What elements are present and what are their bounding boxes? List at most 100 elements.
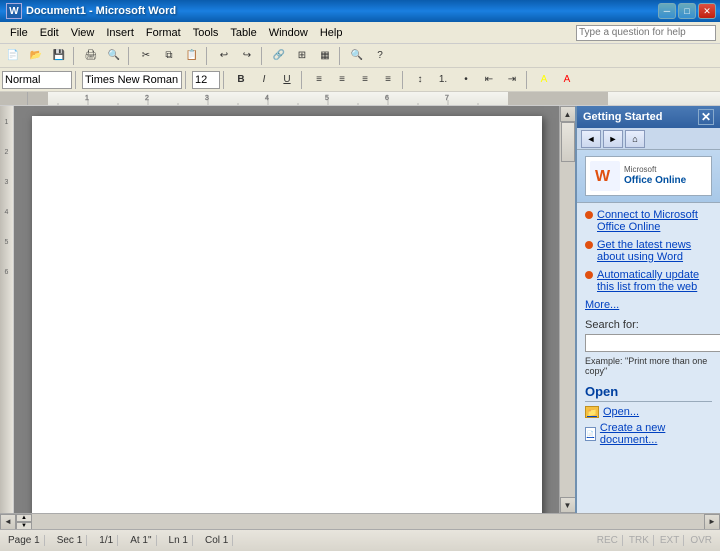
menu-help[interactable]: Help — [314, 25, 349, 41]
columns-button[interactable]: ▦ — [314, 46, 336, 66]
numbering-button[interactable]: 1. — [432, 70, 454, 90]
news-link[interactable]: Get the latest news about using Word — [585, 239, 712, 263]
menu-format[interactable]: Format — [140, 25, 187, 41]
side-panel-header: Getting Started ✕ — [577, 106, 720, 128]
scroll-down-button[interactable]: ▼ — [560, 497, 576, 513]
underline-button[interactable]: U — [276, 70, 298, 90]
save-button[interactable]: 💾 — [48, 46, 70, 66]
paste-button[interactable]: 📋 — [181, 46, 203, 66]
close-button[interactable]: ✕ — [698, 3, 716, 19]
horizontal-scrollbar[interactable]: ◄ ▲ ▼ ► — [0, 513, 720, 529]
menu-table[interactable]: Table — [224, 25, 262, 41]
document-page[interactable]: windows7之家 www.windows7en.com — [32, 116, 542, 513]
menu-tools[interactable]: Tools — [187, 25, 225, 41]
window-title: Document1 - Microsoft Word — [26, 5, 176, 17]
bold-button[interactable]: B — [230, 70, 252, 90]
italic-button[interactable]: I — [253, 70, 275, 90]
line-spacing-button[interactable]: ↕ — [409, 70, 431, 90]
bullets-button[interactable]: • — [455, 70, 477, 90]
page-nav-buttons[interactable]: ▲ ▼ — [16, 514, 32, 530]
create-document-link[interactable]: 📄 Create a new document... — [585, 422, 712, 446]
zoom-in-button[interactable]: 🔍 — [346, 46, 368, 66]
doc-wrapper: 1 2 3 4 5 6 windows7之家 www.windows7en.co — [0, 106, 575, 513]
ln-status: Ln 1 — [165, 535, 193, 546]
indent-decrease-button[interactable]: ⇤ — [478, 70, 500, 90]
sep-f3 — [223, 71, 227, 89]
toolbar-formatting: B I U ≡ ≡ ≡ ≡ ↕ 1. • ⇤ ⇥ A A — [0, 68, 720, 92]
office-logo-area: W Microsoft Office Online — [577, 150, 720, 203]
help-btn[interactable]: ? — [369, 46, 391, 66]
svg-text:1: 1 — [85, 95, 89, 102]
scroll-right-button[interactable]: ► — [704, 514, 720, 530]
search-input[interactable] — [585, 334, 720, 352]
section-status: Sec 1 — [53, 535, 88, 546]
horizontal-ruler: 1 2 3 4 5 6 7 — [0, 92, 720, 106]
scroll-thumb[interactable] — [561, 122, 575, 162]
side-home-button[interactable]: ⌂ — [625, 130, 645, 148]
copy-button[interactable]: ⧉ — [158, 46, 180, 66]
separator-3 — [206, 47, 210, 65]
align-right-button[interactable]: ≡ — [354, 70, 376, 90]
redo-button[interactable]: ↪ — [236, 46, 258, 66]
search-row: ▶ — [585, 334, 712, 352]
menu-view[interactable]: View — [65, 25, 101, 41]
help-input[interactable] — [576, 25, 716, 41]
open-button[interactable]: 📂 — [25, 46, 47, 66]
table-button[interactable]: ⊞ — [291, 46, 313, 66]
h-scroll-track[interactable] — [32, 514, 704, 530]
cut-button[interactable]: ✂ — [135, 46, 157, 66]
document-area[interactable]: windows7之家 www.windows7en.com — [14, 106, 559, 513]
scroll-up-button[interactable]: ▲ — [560, 106, 576, 122]
style-input[interactable] — [2, 71, 72, 89]
menu-insert[interactable]: Insert — [100, 25, 140, 41]
bullet-1 — [585, 211, 593, 219]
sep-f4 — [301, 71, 305, 89]
size-input[interactable] — [192, 71, 220, 89]
highlight-button[interactable]: A — [533, 70, 555, 90]
scroll-track[interactable] — [560, 122, 576, 497]
new-button[interactable]: 📄 — [2, 46, 24, 66]
menu-file[interactable]: File — [4, 25, 34, 41]
indent-increase-button[interactable]: ⇥ — [501, 70, 523, 90]
connect-link[interactable]: Connect to Microsoft Office Online — [585, 209, 712, 233]
open-file-link[interactable]: 📁 Open... — [585, 406, 712, 418]
vertical-ruler: 1 2 3 4 5 6 — [0, 106, 14, 513]
side-panel-toolbar: ◄ ► ⌂ — [577, 128, 720, 150]
menu-edit[interactable]: Edit — [34, 25, 65, 41]
justify-button[interactable]: ≡ — [377, 70, 399, 90]
side-panel-close-button[interactable]: ✕ — [698, 109, 714, 125]
print-button[interactable]: 🖨 — [80, 46, 102, 66]
sep-f2 — [185, 71, 189, 89]
side-panel: Getting Started ✕ ◄ ► ⌂ W Micr — [575, 106, 720, 513]
preview-button[interactable]: 🔍 — [103, 46, 125, 66]
separator-5 — [339, 47, 343, 65]
font-input[interactable] — [82, 71, 182, 89]
svg-text:3: 3 — [205, 95, 209, 102]
page-status: Page 1 — [4, 535, 45, 546]
align-center-button[interactable]: ≡ — [331, 70, 353, 90]
hyperlink-button[interactable]: 🔗 — [268, 46, 290, 66]
maximize-button[interactable]: □ — [678, 3, 696, 19]
font-color-button[interactable]: A — [556, 70, 578, 90]
vertical-scrollbar[interactable]: ▲ ▼ — [559, 106, 575, 513]
minimize-button[interactable]: ─ — [658, 3, 676, 19]
side-forward-button[interactable]: ► — [603, 130, 623, 148]
update-link[interactable]: Automatically update this list from the … — [585, 269, 712, 293]
office-logo-box: W Microsoft Office Online — [585, 156, 712, 196]
open-folder-icon: 📁 — [585, 406, 599, 418]
col-status: Col 1 — [201, 535, 233, 546]
side-panel-content: Connect to Microsoft Office Online Get t… — [577, 203, 720, 513]
menu-bar: File Edit View Insert Format Tools Table… — [0, 22, 720, 44]
scroll-left-button[interactable]: ◄ — [0, 514, 16, 530]
side-back-button[interactable]: ◄ — [581, 130, 601, 148]
prev-page-button[interactable]: ▲ — [16, 514, 32, 522]
align-left-button[interactable]: ≡ — [308, 70, 330, 90]
more-link[interactable]: More... — [585, 299, 712, 311]
search-example: Example: "Print more than one copy" — [585, 356, 712, 376]
undo-button[interactable]: ↩ — [213, 46, 235, 66]
svg-text:6: 6 — [385, 95, 389, 102]
side-panel-title: Getting Started — [583, 111, 698, 123]
bullet-2 — [585, 241, 593, 249]
menu-window[interactable]: Window — [263, 25, 314, 41]
toolbar-standard: 📄 📂 💾 🖨 🔍 ✂ ⧉ 📋 ↩ ↪ 🔗 ⊞ ▦ 🔍 ? — [0, 44, 720, 68]
